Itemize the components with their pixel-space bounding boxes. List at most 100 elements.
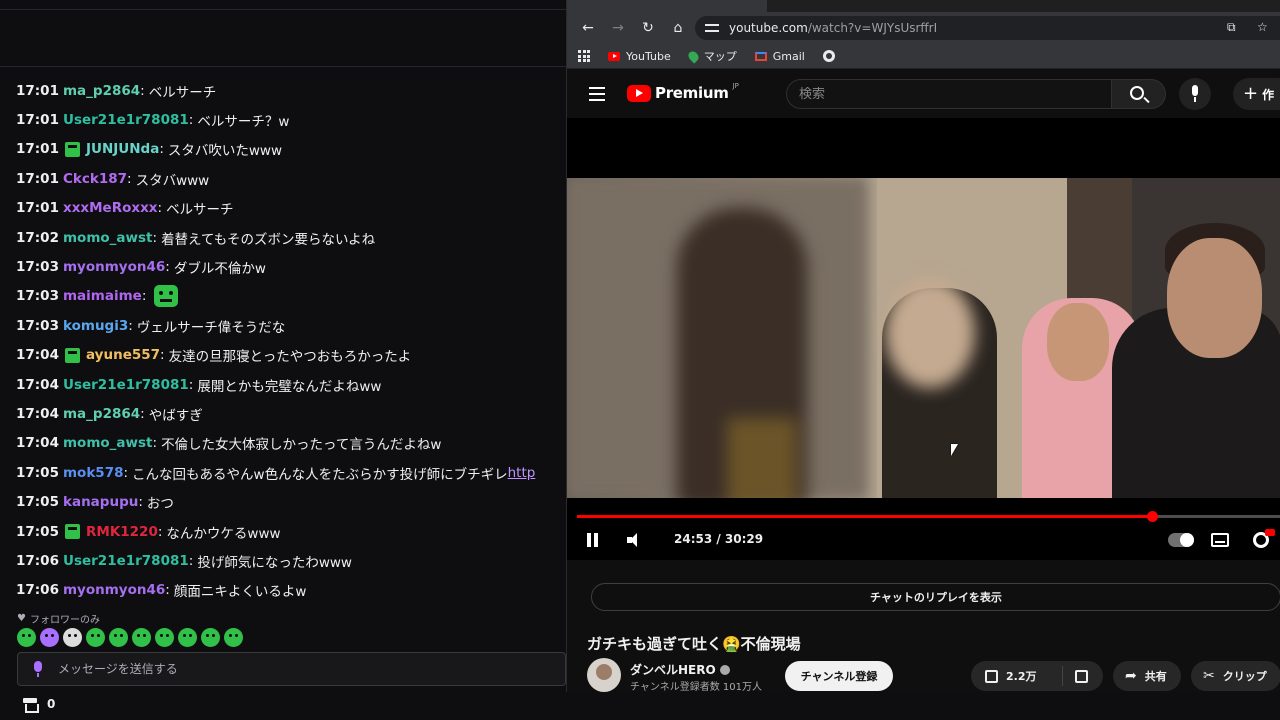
emote-icon[interactable] bbox=[109, 628, 128, 647]
message-timestamp: 17:03 bbox=[16, 259, 59, 276]
emote-icon[interactable] bbox=[86, 628, 105, 647]
chat-message: 17:04 User21e1r78081: 展開とかも完璧なんだよねww bbox=[16, 370, 562, 399]
search-input[interactable] bbox=[799, 86, 1079, 102]
chat-username[interactable]: ma_p2864 bbox=[63, 406, 140, 422]
bookmark-maps[interactable]: マップ bbox=[686, 48, 737, 64]
home-icon[interactable]: ⌂ bbox=[669, 19, 687, 37]
subscriber-badge-icon[interactable] bbox=[64, 524, 80, 540]
username-separator: : bbox=[160, 347, 165, 364]
subscribe-button[interactable]: チャンネル登録 bbox=[785, 661, 893, 691]
channel-avatar[interactable] bbox=[587, 658, 621, 692]
emote-icon[interactable] bbox=[224, 628, 243, 647]
create-button[interactable]: + 作 bbox=[1233, 78, 1280, 110]
autoplay-toggle[interactable] bbox=[1168, 533, 1194, 547]
message-text: ベルサーチ bbox=[148, 84, 217, 101]
emote-icon[interactable] bbox=[17, 628, 36, 647]
emote-icon[interactable] bbox=[40, 628, 59, 647]
channel-points[interactable]: 0 bbox=[23, 697, 55, 713]
channel-name[interactable]: ダンベルHERO bbox=[630, 661, 730, 678]
chat-username[interactable]: Ckck187 bbox=[63, 171, 127, 187]
youtube-premium-logo[interactable]: Premium JP bbox=[627, 82, 739, 102]
chat-username[interactable]: ma_p2864 bbox=[63, 83, 140, 99]
pause-icon[interactable] bbox=[587, 533, 599, 547]
video-player[interactable]: 24:53 / 30:29 bbox=[567, 118, 1280, 560]
subscriber-badge-icon[interactable] bbox=[64, 141, 80, 157]
chat-replay-button[interactable]: チャットのリプレイを表示 bbox=[591, 583, 1280, 611]
share-arrow-icon: ➦ bbox=[1125, 668, 1137, 684]
bookmark-globe[interactable] bbox=[822, 50, 835, 62]
forward-arrow-icon[interactable]: → bbox=[609, 19, 627, 37]
bookmarks-bar: YouTube マップ Gmail bbox=[567, 44, 1280, 69]
username-separator: : bbox=[127, 170, 132, 187]
message-timestamp: 17:04 bbox=[16, 376, 59, 393]
verified-check-icon bbox=[719, 664, 730, 675]
install-app-icon[interactable]: ⧉ bbox=[1227, 20, 1241, 34]
chat-username[interactable]: myonmyon46 bbox=[63, 259, 165, 275]
microphone-icon[interactable] bbox=[32, 661, 44, 677]
chat-username[interactable]: momo_awst bbox=[63, 230, 153, 246]
chat-username[interactable]: User21e1r78081 bbox=[63, 377, 189, 393]
chat-username[interactable]: RMK1220 bbox=[86, 524, 158, 540]
chat-message: 17:01 ma_p2864: ベルサーチ bbox=[16, 76, 562, 105]
message-link[interactable]: http bbox=[508, 465, 536, 481]
chat-username[interactable]: JUNJUNda bbox=[86, 141, 159, 157]
chat-message-input[interactable] bbox=[58, 662, 565, 676]
chat-username[interactable]: maimaime bbox=[63, 288, 142, 304]
back-arrow-icon[interactable]: ← bbox=[579, 19, 597, 37]
username-separator: : bbox=[188, 112, 194, 129]
chat-username[interactable]: xxxMeRoxxx bbox=[63, 200, 158, 216]
search-button[interactable] bbox=[1112, 79, 1166, 109]
bookmark-label: マップ bbox=[703, 50, 737, 63]
chat-username[interactable]: ayune557 bbox=[86, 347, 160, 363]
thumbs-down-icon[interactable] bbox=[1075, 669, 1088, 683]
message-text: ベルサーチ bbox=[166, 202, 234, 219]
follower-only-indicator[interactable]: ♥ フォロワーのみ bbox=[17, 611, 100, 626]
progress-bar[interactable] bbox=[577, 511, 1280, 522]
chat-username[interactable]: mok578 bbox=[63, 465, 124, 481]
emote-icon[interactable] bbox=[178, 628, 197, 647]
video-frame[interactable] bbox=[567, 178, 1280, 498]
chat-username[interactable]: User21e1r78081 bbox=[63, 553, 189, 569]
message-text: おつ bbox=[146, 496, 174, 513]
volume-icon[interactable] bbox=[627, 533, 643, 547]
logo-text: Premium bbox=[655, 84, 729, 102]
url-text[interactable]: youtube.com/watch?v=WJYsUsrffrI bbox=[729, 21, 937, 35]
thumbs-up-icon bbox=[985, 669, 998, 683]
chat-username[interactable]: User21e1r78081 bbox=[63, 112, 189, 128]
emote-icon[interactable] bbox=[155, 628, 174, 647]
reload-icon[interactable]: ↻ bbox=[639, 19, 657, 37]
apps-grid-icon[interactable] bbox=[578, 50, 590, 62]
message-text: 投げ師気になったわwww bbox=[197, 554, 352, 571]
scrubber-handle[interactable] bbox=[1146, 511, 1158, 522]
share-button[interactable]: ➦ 共有 bbox=[1113, 661, 1181, 691]
subtitles-icon[interactable] bbox=[1211, 533, 1229, 547]
username-separator: : bbox=[140, 405, 145, 422]
chat-input-box[interactable] bbox=[17, 652, 566, 686]
hd-badge bbox=[1265, 529, 1275, 536]
active-tab[interactable] bbox=[567, 0, 767, 12]
emote-icon[interactable] bbox=[201, 628, 220, 647]
youtube-play-icon bbox=[627, 84, 651, 102]
username-separator: : bbox=[157, 523, 163, 540]
bookmark-star-icon[interactable]: ☆ bbox=[1257, 20, 1271, 34]
search-box[interactable] bbox=[786, 79, 1112, 109]
chat-emote-icon[interactable] bbox=[154, 285, 179, 308]
emote-icon[interactable] bbox=[63, 628, 82, 647]
settings-gear-icon[interactable] bbox=[1253, 529, 1275, 548]
address-bar[interactable]: youtube.com/watch?v=WJYsUsrffrI ⧉ ☆ bbox=[695, 16, 1280, 40]
chat-username[interactable]: momo_awst bbox=[63, 435, 153, 451]
emote-icon[interactable] bbox=[132, 628, 151, 647]
subscriber-badge-icon[interactable] bbox=[64, 347, 80, 363]
bookmark-youtube[interactable]: YouTube bbox=[608, 50, 671, 63]
site-settings-icon[interactable] bbox=[705, 21, 719, 35]
chat-username[interactable]: komugi3 bbox=[63, 318, 128, 334]
menu-icon[interactable] bbox=[589, 87, 605, 101]
chat-message: 17:03 maimaime: bbox=[16, 282, 562, 311]
message-timestamp: 17:01 bbox=[16, 112, 59, 129]
bookmark-gmail[interactable]: Gmail bbox=[754, 50, 805, 63]
clip-button[interactable]: ✂ クリップ bbox=[1191, 661, 1280, 691]
voice-search-button[interactable] bbox=[1179, 78, 1211, 110]
chat-username[interactable]: kanapupu bbox=[63, 494, 138, 510]
like-button[interactable]: 2.2万 bbox=[971, 666, 1063, 686]
chat-username[interactable]: myonmyon46 bbox=[63, 582, 165, 598]
